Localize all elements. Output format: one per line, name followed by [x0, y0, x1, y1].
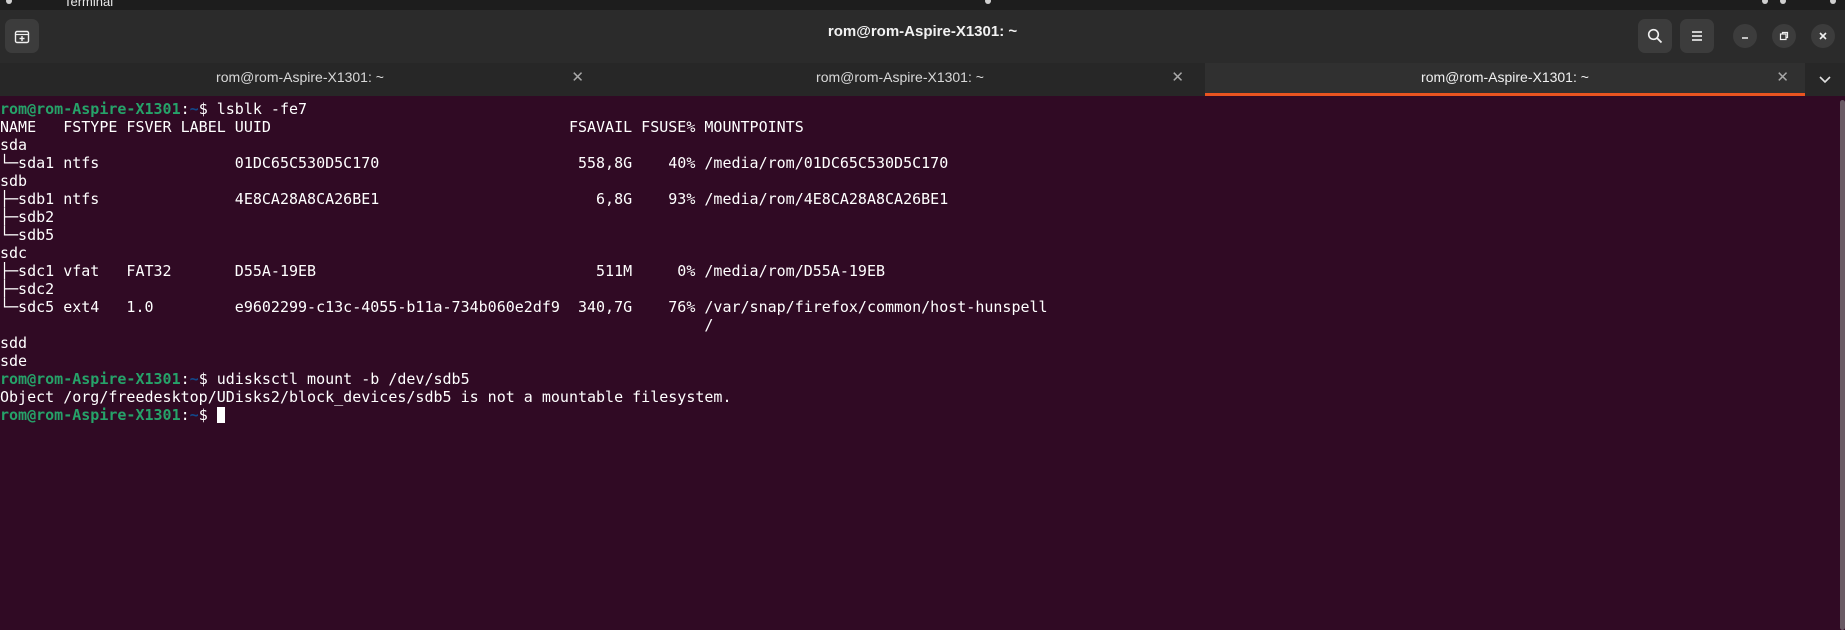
terminal-output-line: sdc [0, 244, 28, 262]
terminal-output-line: ├─sdb2 [0, 208, 55, 226]
search-icon [1647, 28, 1663, 44]
terminal-output-line: sdb [0, 172, 28, 190]
window-title: rom@rom-Aspire-X1301: ~ [827, 23, 1018, 40]
tray-dot-icon [1780, 0, 1786, 4]
terminal-output-line: sdd [0, 334, 28, 352]
terminal-output-line: └─sdb5 [0, 226, 55, 244]
terminal-output-line: ├─sdc2 [0, 280, 55, 298]
terminal-output-line: ├─sdb1 ntfs 4E8CA28A8CA26BE1 6,8G 93% /m… [0, 190, 949, 208]
main-menu-button[interactable] [1680, 19, 1714, 53]
restore-icon [1779, 31, 1789, 41]
tab-3[interactable]: rom@rom-Aspire-X1301: ~ ✕ [1205, 63, 1805, 96]
terminal-output-line: Object /org/freedesktop/UDisks2/block_de… [0, 388, 732, 406]
tab-label: rom@rom-Aspire-X1301: ~ [216, 69, 384, 85]
terminal-prompt-line: rom@rom-Aspire-X1301:~$ lsblk -fe7 [0, 100, 1835, 118]
prompt-path: ~ [189, 370, 199, 388]
terminal-prompt-line: rom@rom-Aspire-X1301:~$ [0, 406, 1835, 424]
header-bar: rom@rom-Aspire-X1301: ~ [0, 10, 1845, 63]
app-menu-label[interactable]: Terminal [64, 0, 113, 9]
prompt-user-host: rom@rom-Aspire-X1301 [0, 100, 181, 118]
tab-close-icon[interactable]: ✕ [571, 68, 584, 86]
tab-close-icon[interactable]: ✕ [1776, 68, 1789, 86]
prompt-user-host: rom@rom-Aspire-X1301 [0, 406, 181, 424]
prompt-dollar: $ [198, 100, 217, 118]
prompt-command: lsblk -fe7 [216, 100, 308, 118]
system-top-bar: Terminal [0, 0, 1845, 10]
close-window-button[interactable] [1811, 24, 1835, 48]
minimize-button[interactable] [1733, 24, 1757, 48]
close-icon [1819, 32, 1827, 40]
hamburger-menu-icon [1692, 31, 1702, 41]
prompt-dollar: $ [198, 370, 217, 388]
status-dot-icon [985, 0, 991, 4]
prompt-separator: : [180, 100, 190, 118]
text-cursor [216, 407, 225, 423]
tab-overflow-button[interactable] [1815, 69, 1835, 89]
prompt-user-host: rom@rom-Aspire-X1301 [0, 370, 181, 388]
tray-dot-icon [1830, 0, 1836, 4]
prompt-path: ~ [189, 406, 199, 424]
prompt-separator: : [180, 370, 190, 388]
maximize-button[interactable] [1772, 24, 1796, 48]
chevron-down-icon [1819, 76, 1831, 84]
terminal-output[interactable]: rom@rom-Aspire-X1301:~$ lsblk -fe7 NAME F… [0, 96, 1835, 630]
tray-dot-icon [1762, 0, 1768, 4]
prompt-path: ~ [189, 100, 199, 118]
terminal-prompt-line: rom@rom-Aspire-X1301:~$ udisksctl mount … [0, 370, 1835, 388]
tab-bar: rom@rom-Aspire-X1301: ~ ✕ rom@rom-Aspire… [0, 63, 1845, 96]
tab-1[interactable]: rom@rom-Aspire-X1301: ~ ✕ [0, 63, 600, 96]
minimize-icon [1742, 37, 1748, 39]
terminal-output-line: ├─sdc1 vfat FAT32 D55A-19EB 511M 0% /med… [0, 262, 886, 280]
search-button[interactable] [1638, 19, 1672, 53]
terminal-scrollbar[interactable] [1840, 100, 1845, 630]
terminal-output-line: NAME FSTYPE FSVER LABEL UUID FSAVAIL FSU… [0, 118, 804, 136]
tab-close-icon[interactable]: ✕ [1171, 68, 1184, 86]
terminal-window: Terminal rom@rom-Aspire-X1301: ~ rom@rom… [0, 0, 1845, 630]
terminal-output-line: └─sda1 ntfs 01DC65C530D5C170 558,8G 40% … [0, 154, 949, 172]
terminal-output-line: / [0, 316, 714, 334]
activity-dot-icon [6, 0, 12, 4]
prompt-dollar: $ [198, 406, 217, 424]
terminal-output-line: └─sdc5 ext4 1.0 e9602299-c13c-4055-b11a-… [0, 298, 1048, 316]
prompt-command: udisksctl mount -b /dev/sdb5 [216, 370, 470, 388]
terminal-output-line: sda [0, 136, 28, 154]
terminal-output-line: sde [0, 352, 28, 370]
tab-label: rom@rom-Aspire-X1301: ~ [1421, 69, 1589, 85]
tab-2[interactable]: rom@rom-Aspire-X1301: ~ ✕ [600, 63, 1200, 96]
tab-label: rom@rom-Aspire-X1301: ~ [816, 69, 984, 85]
prompt-separator: : [180, 406, 190, 424]
